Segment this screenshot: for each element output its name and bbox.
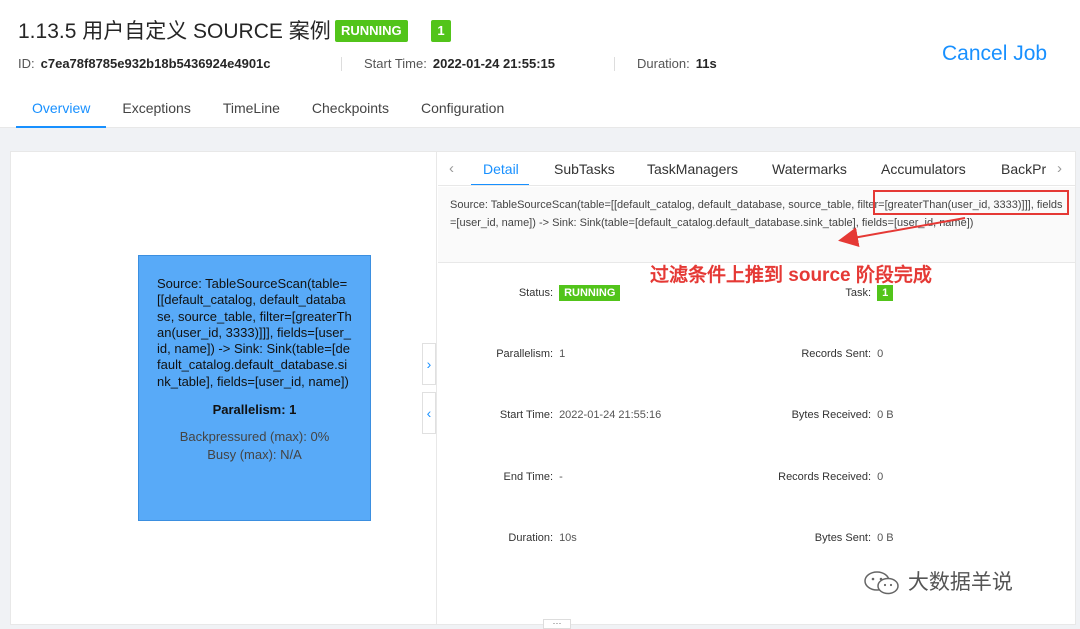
annotation-text: 过滤条件上推到 source 阶段完成 bbox=[650, 265, 932, 286]
annotation-arrow bbox=[838, 217, 966, 248]
watermark: 大数据羊说 bbox=[862, 566, 1013, 596]
watermark-text: 大数据羊说 bbox=[907, 571, 1013, 594]
wechat-icon bbox=[864, 571, 899, 595]
resize-handle[interactable]: ··· bbox=[543, 619, 571, 629]
